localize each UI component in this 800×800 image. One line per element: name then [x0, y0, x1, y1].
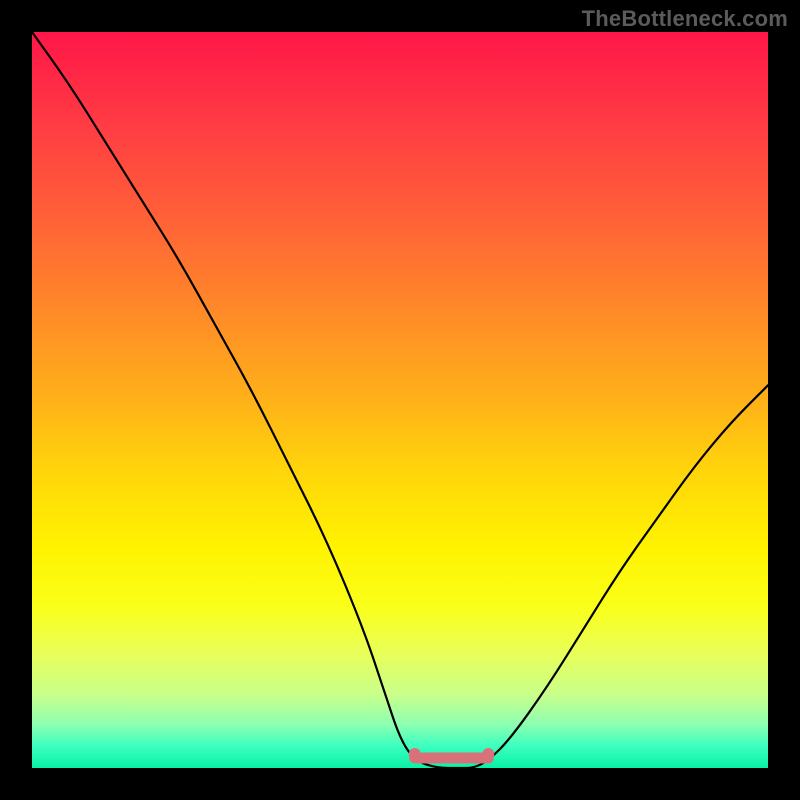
watermark-text: TheBottleneck.com: [582, 6, 788, 32]
bottleneck-curve: [32, 32, 768, 768]
plot-area: [32, 32, 768, 768]
optimal-zone-start-dot: [409, 748, 421, 760]
optimal-zone-end-dot: [482, 748, 494, 760]
curve-layer: [32, 32, 768, 768]
chart-frame: TheBottleneck.com: [0, 0, 800, 800]
